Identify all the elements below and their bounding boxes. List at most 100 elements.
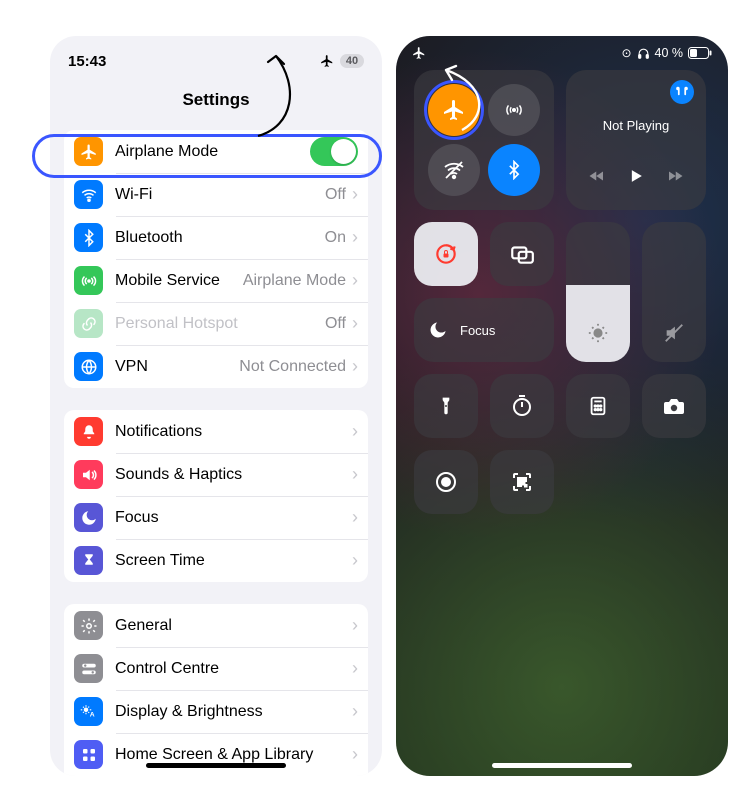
chevron-right-icon: ›: [352, 658, 358, 679]
volume-mute-icon: [642, 322, 706, 344]
row-label: Home Screen & App Library: [115, 746, 352, 764]
row-label: Screen Time: [115, 552, 352, 570]
flashlight-button[interactable]: [414, 374, 478, 438]
chevron-right-icon: ›: [352, 184, 358, 205]
svg-text:A: A: [89, 711, 94, 718]
settings-row-control-centre[interactable]: Control Centre›: [64, 647, 368, 690]
toggle-switch[interactable]: [310, 137, 358, 166]
chevron-right-icon: ›: [352, 270, 358, 291]
rewind-icon[interactable]: [588, 167, 606, 185]
calculator-button[interactable]: [566, 374, 630, 438]
airplane-toggle[interactable]: [428, 84, 480, 136]
home-indicator[interactable]: [492, 763, 632, 768]
airplane-icon: [412, 46, 426, 60]
forward-icon[interactable]: [666, 167, 684, 185]
gear-icon: [74, 611, 103, 640]
chevron-right-icon: ›: [352, 356, 358, 377]
chevron-right-icon: ›: [352, 227, 358, 248]
row-label: Notifications: [115, 423, 352, 441]
bluetooth-toggle[interactable]: [488, 144, 540, 196]
settings-row-general[interactable]: General›: [64, 604, 368, 647]
now-playing-label: Not Playing: [566, 118, 706, 133]
chevron-right-icon: ›: [352, 744, 358, 765]
settings-row-home-screen-app-library[interactable]: Home Screen & App Library›: [64, 733, 368, 776]
settings-group-connectivity: Airplane ModeWi-FiOff›BluetoothOn›Mobile…: [64, 130, 368, 388]
moon-icon: [74, 503, 103, 532]
airplane-icon: [74, 137, 103, 166]
airplane-icon: [320, 54, 334, 68]
row-value: Airplane Mode: [243, 272, 346, 290]
brightness-slider[interactable]: [566, 222, 630, 362]
row-label: Bluetooth: [115, 229, 325, 247]
chevron-right-icon: ›: [352, 464, 358, 485]
antenna-icon: [74, 266, 103, 295]
headphones-icon: [637, 47, 650, 60]
sun-text-icon: A: [74, 697, 103, 726]
connectivity-tile: [414, 70, 554, 210]
settings-group-attention: Notifications›Sounds & Haptics›Focus›Scr…: [64, 410, 368, 582]
cc-status-bar: ⊙ 40 %: [396, 36, 728, 64]
settings-row-mobile-service[interactable]: Mobile ServiceAirplane Mode ›: [64, 259, 368, 302]
camera-button[interactable]: [642, 374, 706, 438]
battery-indicator: 40: [340, 54, 364, 68]
chevron-right-icon: ›: [352, 701, 358, 722]
row-value: Not Connected: [239, 358, 346, 376]
row-label: Control Centre: [115, 660, 352, 678]
now-playing-tile[interactable]: Not Playing: [566, 70, 706, 210]
focus-label: Focus: [460, 323, 495, 338]
orientation-lock-button[interactable]: [414, 222, 478, 286]
row-label: Airplane Mode: [115, 143, 310, 161]
airpods-indicator-icon: [670, 80, 694, 104]
screen-mirroring-button[interactable]: [490, 222, 554, 286]
row-label: VPN: [115, 358, 239, 376]
switches-icon: [74, 654, 103, 683]
orientation-lock-icon: ⊙: [621, 46, 631, 60]
control-center-phone: ⊙ 40 %: [396, 36, 728, 776]
grid-icon: [74, 740, 103, 769]
row-label: General: [115, 617, 352, 635]
settings-row-airplane-mode[interactable]: Airplane Mode: [64, 130, 368, 173]
status-indicators: 40: [320, 54, 364, 68]
battery-icon: [688, 47, 712, 59]
row-label: Sounds & Haptics: [115, 466, 352, 484]
home-indicator[interactable]: [146, 763, 286, 768]
screen-record-button[interactable]: [414, 450, 478, 514]
play-icon[interactable]: [626, 166, 646, 186]
row-value: Off: [325, 315, 346, 333]
battery-text: 40 %: [655, 46, 684, 60]
timer-button[interactable]: [490, 374, 554, 438]
cellular-toggle[interactable]: [488, 84, 540, 136]
status-time: 15:43: [68, 53, 106, 70]
wifi-icon: [74, 180, 103, 209]
qr-scanner-button[interactable]: [490, 450, 554, 514]
settings-row-personal-hotspot[interactable]: Personal HotspotOff›: [64, 302, 368, 345]
settings-row-notifications[interactable]: Notifications›: [64, 410, 368, 453]
chevron-right-icon: ›: [352, 313, 358, 334]
wifi-toggle[interactable]: [428, 144, 480, 196]
focus-button[interactable]: Focus: [414, 298, 554, 362]
row-label: Display & Brightness: [115, 703, 352, 721]
settings-row-screen-time[interactable]: Screen Time›: [64, 539, 368, 582]
bluetooth-icon: [74, 223, 103, 252]
chevron-right-icon: ›: [352, 550, 358, 571]
bell-icon: [74, 417, 103, 446]
volume-slider[interactable]: [642, 222, 706, 362]
row-label: Mobile Service: [115, 272, 243, 290]
chevron-right-icon: ›: [352, 421, 358, 442]
settings-row-bluetooth[interactable]: BluetoothOn›: [64, 216, 368, 259]
globe-icon: [74, 352, 103, 381]
settings-phone: 15:43 40 Settings Airplane ModeWi-FiOff›…: [50, 36, 382, 776]
speaker-icon: [74, 460, 103, 489]
row-label: Wi-Fi: [115, 186, 325, 204]
chevron-right-icon: ›: [352, 615, 358, 636]
settings-group-general: General›Control Centre›ADisplay & Bright…: [64, 604, 368, 776]
settings-row-display-brightness[interactable]: A Display & Brightness›: [64, 690, 368, 733]
settings-row-vpn[interactable]: VPNNot Connected ›: [64, 345, 368, 388]
hourglass-icon: [74, 546, 103, 575]
brightness-icon: [566, 322, 630, 344]
chevron-right-icon: ›: [352, 507, 358, 528]
settings-row-sounds-haptics[interactable]: Sounds & Haptics›: [64, 453, 368, 496]
settings-row-focus[interactable]: Focus›: [64, 496, 368, 539]
moon-icon: [428, 320, 448, 340]
settings-row-wi-fi[interactable]: Wi-FiOff›: [64, 173, 368, 216]
